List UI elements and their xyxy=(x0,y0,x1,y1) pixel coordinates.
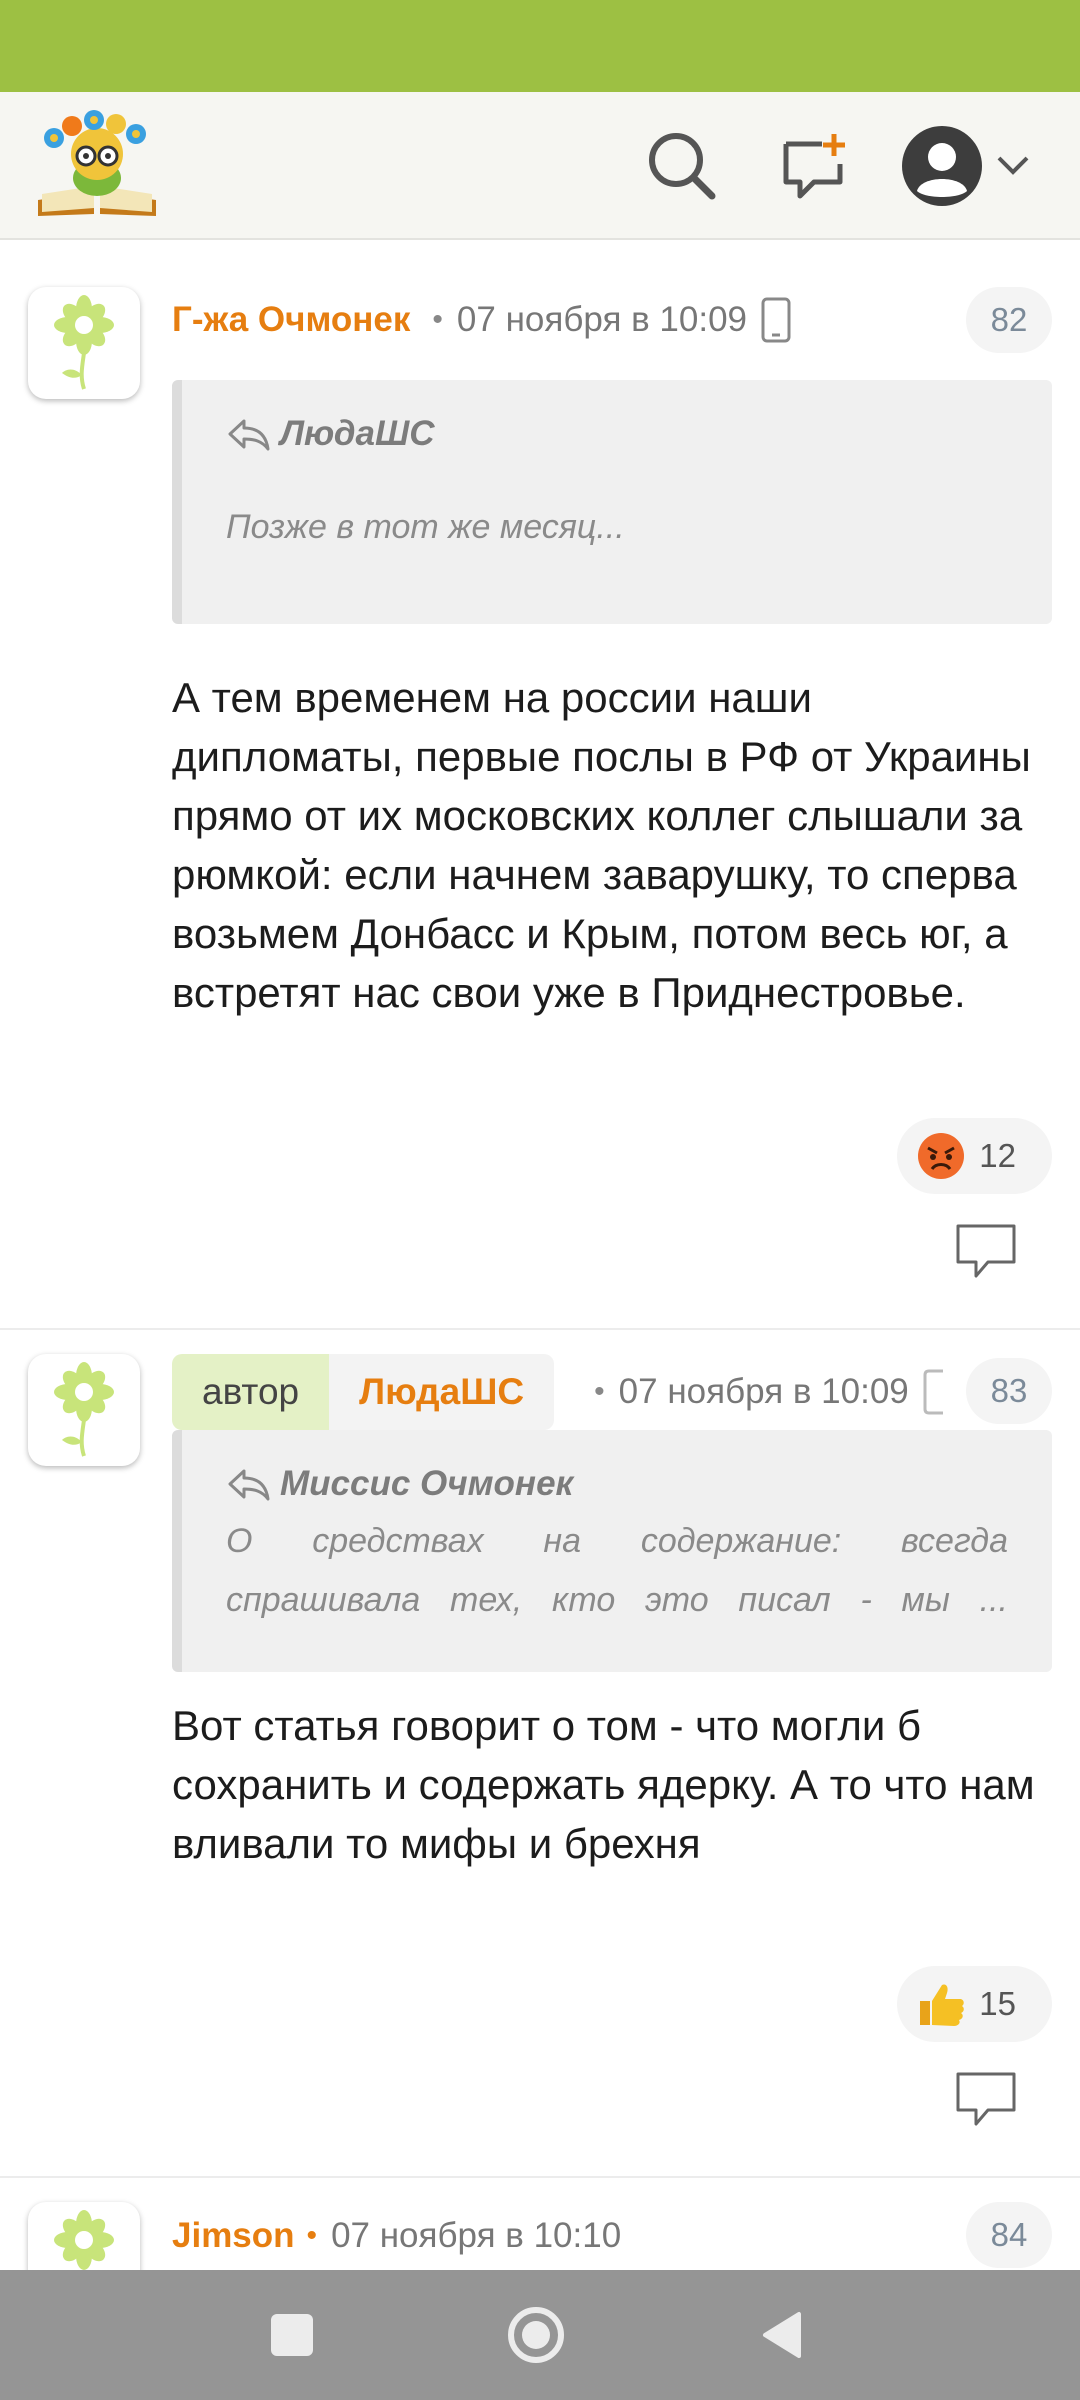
comment-bubble-icon xyxy=(956,2072,1016,2126)
search-icon xyxy=(649,133,716,200)
reply-button[interactable] xyxy=(954,1222,1018,1280)
recents-button[interactable] xyxy=(252,2300,332,2370)
app-header xyxy=(0,92,1080,240)
quote-text: О средствах на содержание: всегда спраши… xyxy=(226,1522,1008,1619)
comment-number-badge[interactable]: 82 xyxy=(966,287,1052,353)
author-tag[interactable]: автор ЛюдаШС xyxy=(172,1354,555,1430)
author-name[interactable]: ЛюдаШС xyxy=(329,1354,555,1430)
comment-meta: Jimson • 07 ноября в 10:10 xyxy=(172,2196,621,2270)
quote-text: Позже в тот же месяц... xyxy=(226,508,625,546)
avatar[interactable] xyxy=(28,287,140,399)
comment-text: А тем временем на россии наши дипломаты,… xyxy=(172,674,1031,1016)
flower-avatar-icon xyxy=(54,1362,114,1457)
flower-avatar-icon xyxy=(54,295,114,390)
comment-number-badge[interactable]: 83 xyxy=(966,1358,1052,1424)
triangle-back-icon xyxy=(763,2312,801,2358)
user-avatar-icon xyxy=(902,126,982,206)
quote-author: Миссис Очмонек xyxy=(280,1464,574,1503)
search-button[interactable] xyxy=(636,120,728,212)
comment-item: автор ЛюдаШС • 07 ноября в 10:09 83 Мисс… xyxy=(0,1330,1080,2176)
quote-author-row: Миссис Очмонек xyxy=(226,1464,1008,1504)
comments-feed[interactable]: Г-жа Очмонек • 07 ноября в 10:09 82 Люда… xyxy=(0,242,1080,2270)
comment-date[interactable]: 07 ноября в 10:09 xyxy=(457,300,747,340)
quote-author: ЛюдаШС xyxy=(280,414,435,453)
avatar[interactable] xyxy=(28,2202,140,2270)
chevron-down-icon xyxy=(997,156,1029,175)
square-icon xyxy=(271,2314,313,2356)
chat-plus-icon xyxy=(783,134,845,199)
reply-arrow-icon xyxy=(228,419,270,451)
status-bar xyxy=(0,0,1080,92)
circle-home-icon xyxy=(508,2307,564,2363)
comment-item: Jimson • 07 ноября в 10:10 84 xyxy=(0,2178,1080,2270)
reaction-badge[interactable]: 15 xyxy=(897,1966,1052,2042)
meta-separator: • xyxy=(306,2219,318,2252)
book-flower-logo-icon[interactable] xyxy=(32,108,162,220)
reply-button[interactable] xyxy=(954,2070,1018,2128)
profile-menu-button[interactable] xyxy=(892,120,1042,212)
avatar[interactable] xyxy=(28,1354,140,1466)
author-name[interactable]: Jimson xyxy=(172,2216,295,2256)
quote-block[interactable]: Миссис Очмонек О средствах на содержание… xyxy=(172,1430,1052,1672)
comment-number-badge[interactable]: 84 xyxy=(966,2202,1052,2268)
phone-icon xyxy=(923,1369,943,1415)
author-tag-label: автор xyxy=(172,1354,330,1430)
phone-icon xyxy=(761,297,791,343)
meta-separator: • xyxy=(432,303,443,336)
comment-bubble-icon xyxy=(956,1224,1016,1278)
comment-text: Вот статья говорит о том - что могли б с… xyxy=(172,1702,1035,1867)
flower-avatar-icon xyxy=(54,2210,114,2270)
comment-date[interactable]: 07 ноября в 10:10 xyxy=(331,2216,621,2256)
thumbs-up-icon xyxy=(915,1978,967,2030)
reaction-count: 15 xyxy=(979,1985,1016,2022)
comment-item: Г-жа Очмонек • 07 ноября в 10:09 82 Люда… xyxy=(0,242,1080,1327)
author-name[interactable]: Г-жа Очмонек xyxy=(172,300,410,340)
angry-face-icon xyxy=(915,1130,967,1182)
comment-date[interactable]: 07 ноября в 10:09 xyxy=(619,1372,909,1412)
quote-author-row: ЛюдаШС xyxy=(226,414,1008,454)
home-button[interactable] xyxy=(496,2300,576,2370)
back-button[interactable] xyxy=(742,2300,822,2370)
reaction-badge[interactable]: 12 xyxy=(897,1118,1052,1194)
reaction-count: 12 xyxy=(979,1137,1016,1174)
comment-meta: автор ЛюдаШС • 07 ноября в 10:09 xyxy=(172,1352,943,1432)
system-navigation-bar xyxy=(0,2270,1080,2400)
meta-separator: • xyxy=(594,1375,605,1408)
new-message-button[interactable] xyxy=(768,120,860,212)
comment-meta: Г-жа Очмонек • 07 ноября в 10:09 xyxy=(172,280,791,360)
quote-block[interactable]: ЛюдаШС Позже в тот же месяц... xyxy=(172,380,1052,624)
reply-arrow-icon xyxy=(228,1469,270,1501)
